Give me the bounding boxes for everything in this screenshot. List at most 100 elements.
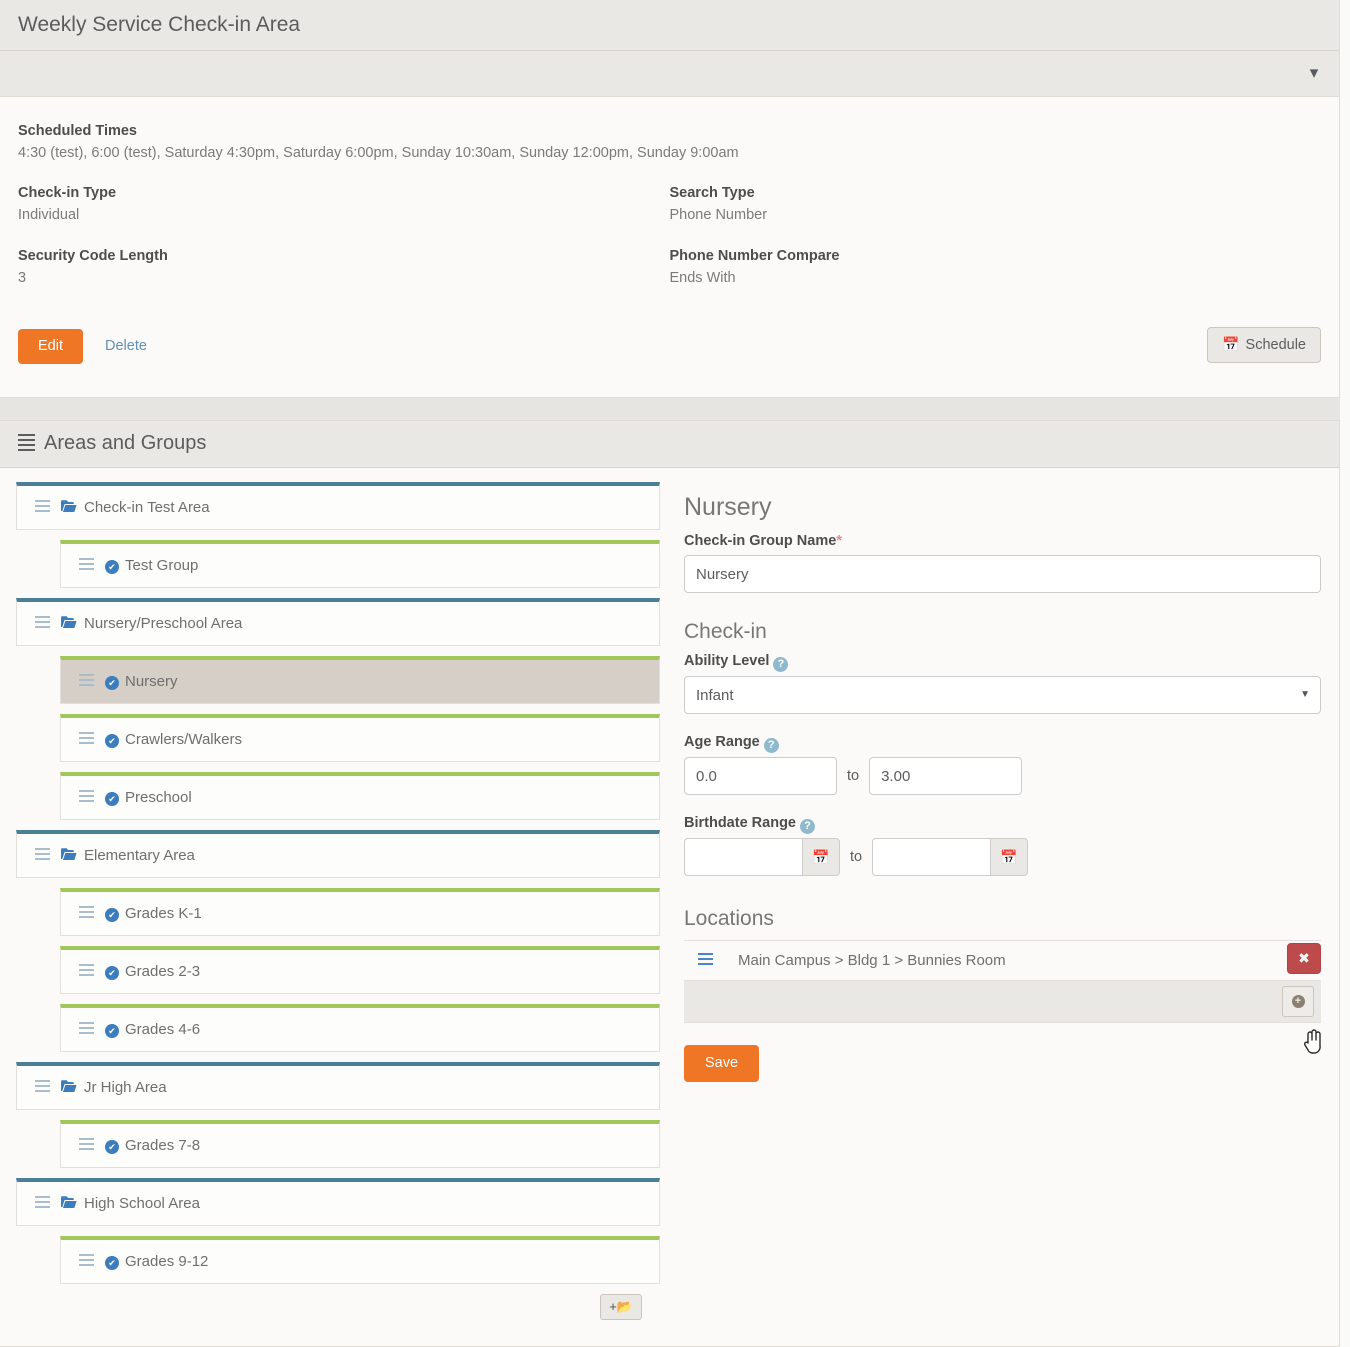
age-range-label: Age Range? [684, 734, 1321, 751]
age-range-label-text: Age Range [684, 734, 760, 750]
drag-handle-icon[interactable] [79, 1254, 94, 1269]
birthdate-from-input[interactable] [684, 838, 802, 876]
drag-handle-icon[interactable] [79, 790, 94, 805]
add-area-button[interactable]: +📂 [600, 1294, 642, 1320]
page-title: Weekly Service Check-in Area [18, 13, 1321, 36]
phone-compare-label: Phone Number Compare [670, 248, 1322, 264]
tree-row-label: Grades 2-3 [125, 963, 200, 980]
phone-compare-block: Phone Number Compare Ends With [670, 248, 1322, 286]
add-location-row[interactable]: + [684, 981, 1321, 1023]
drag-handle-icon[interactable] [79, 964, 94, 979]
tree-row-area[interactable]: Elementary Area [16, 830, 660, 878]
calendar-icon[interactable]: 📅 [802, 838, 840, 876]
delete-link[interactable]: Delete [105, 338, 147, 354]
tree-row-group[interactable]: ✔ Grades 7-8 [60, 1120, 660, 1168]
tree-row-group[interactable]: ✔ Grades 9-12 [60, 1236, 660, 1284]
birthdate-range-row: 📅 to 📅 [684, 838, 1321, 876]
save-button[interactable]: Save [684, 1045, 759, 1082]
panel-divider [0, 398, 1340, 420]
checkin-type-block: Check-in Type Individual [18, 185, 670, 223]
chevron-down-icon[interactable]: ▾ [1303, 63, 1325, 85]
location-row[interactable]: Main Campus > Bldg 1 > Bunnies Room ✖ [684, 941, 1321, 981]
edit-button[interactable]: Edit [18, 329, 83, 364]
birthdate-from-group: 📅 [684, 838, 840, 876]
security-code-value: 3 [18, 270, 670, 286]
folder-open-icon [61, 848, 77, 864]
security-code-label: Security Code Length [18, 248, 670, 264]
check-circle-icon: ✔ [105, 560, 119, 574]
age-range-to-input[interactable] [869, 757, 1022, 795]
remove-location-button[interactable]: ✖ [1287, 943, 1321, 974]
age-range-row: to [684, 757, 1321, 795]
drag-handle-icon[interactable] [79, 558, 94, 573]
checkin-group-name-input[interactable] [684, 555, 1321, 593]
drag-handle-icon[interactable] [35, 1080, 50, 1095]
plus-circle-icon: + [1292, 995, 1305, 1008]
question-circle-icon[interactable]: ? [800, 819, 815, 834]
calendar-icon: 📅 [1222, 336, 1239, 352]
tree-row-label: Grades 7-8 [125, 1137, 200, 1154]
scheduled-times-label: Scheduled Times [18, 123, 1321, 139]
birthdate-to-input[interactable] [872, 838, 990, 876]
check-circle-icon: ✔ [105, 966, 119, 980]
drag-handle-icon[interactable] [79, 674, 94, 689]
age-range-from-input[interactable] [684, 757, 837, 795]
ability-level-select[interactable] [684, 676, 1321, 714]
tree-row-group[interactable]: ✔Grades 4-6 [60, 1004, 660, 1052]
question-circle-icon[interactable]: ? [764, 738, 779, 753]
scheduled-times-value: 4:30 (test), 6:00 (test), Saturday 4:30p… [18, 145, 1321, 161]
tree-row-label: Grades 9-12 [125, 1253, 208, 1270]
schedule-button[interactable]: 📅Schedule [1207, 327, 1321, 363]
tree-row-group[interactable]: ✔ Preschool [60, 772, 660, 820]
panel-collapse-bar[interactable]: ▾ [0, 51, 1339, 97]
ability-level-label-text: Ability Level [684, 653, 769, 669]
checkin-group-name-label-text: Check-in Group Name [684, 533, 836, 549]
tree-row-area[interactable]: High School Area [16, 1178, 660, 1226]
search-type-label: Search Type [670, 185, 1322, 201]
drag-handle-icon[interactable] [35, 616, 50, 631]
tree-row-group[interactable]: ✔Grades K-1 [60, 888, 660, 936]
drag-handle-icon[interactable] [79, 1022, 94, 1037]
check-circle-icon: ✔ [105, 792, 119, 806]
calendar-icon[interactable]: 📅 [990, 838, 1028, 876]
areas-panel-title: Areas and Groups [44, 432, 206, 455]
tree-row-group[interactable]: ✔Nursery [60, 656, 660, 704]
drag-handle-icon[interactable] [79, 1138, 94, 1153]
drag-handle-icon[interactable] [79, 732, 94, 747]
tree-row-group[interactable]: ✔Test Group [60, 540, 660, 588]
add-folder-icon: 📂 [617, 1299, 633, 1314]
add-location-button[interactable]: + [1282, 986, 1314, 1017]
drag-handle-icon[interactable] [79, 906, 94, 921]
checkin-type-value: Individual [18, 207, 670, 223]
tree-row-group[interactable]: ✔ Crawlers/Walkers [60, 714, 660, 762]
drag-handle-icon[interactable] [35, 848, 50, 863]
question-circle-icon[interactable]: ? [773, 657, 788, 672]
tree-row-area[interactable]: Check-in Test Area [16, 482, 660, 530]
details-left-column: Check-in Type Individual Security Code L… [18, 185, 670, 311]
drag-handle-icon[interactable] [698, 953, 713, 968]
tree-row-area[interactable]: Nursery/Preschool Area [16, 598, 660, 646]
birthdate-range-label: Birthdate Range? [684, 815, 1321, 832]
drag-handle-icon[interactable] [35, 1196, 50, 1211]
check-circle-icon: ✔ [105, 734, 119, 748]
tree-row-label: Grades 4-6 [125, 1021, 200, 1038]
areas-panel-header: Areas and Groups [0, 421, 1339, 468]
drag-handle-icon[interactable] [35, 500, 50, 515]
search-type-block: Search Type Phone Number [670, 185, 1322, 223]
details-right-column: Search Type Phone Number Phone Number Co… [670, 185, 1322, 311]
tree-row-label: Preschool [125, 789, 192, 806]
security-code-block: Security Code Length 3 [18, 248, 670, 286]
age-range-to-label: to [847, 768, 859, 784]
check-circle-icon: ✔ [105, 1256, 119, 1270]
checkin-group-name-label: Check-in Group Name* [684, 532, 1321, 549]
tree-row-label: Crawlers/Walkers [125, 731, 242, 748]
location-name: Main Campus > Bldg 1 > Bunnies Room [738, 952, 1006, 969]
group-detail-form: Nursery Check-in Group Name* Check-in Ab… [676, 482, 1339, 1320]
checkin-type-label: Check-in Type [18, 185, 670, 201]
locations-list: Main Campus > Bldg 1 > Bunnies Room ✖ + [684, 940, 1321, 1023]
tree-row-area[interactable]: Jr High Area [16, 1062, 660, 1110]
panel-actions: Edit Delete 📅Schedule [18, 329, 1321, 364]
check-circle-icon: ✔ [105, 1140, 119, 1154]
tree-row-group[interactable]: ✔ Grades 2-3 [60, 946, 660, 994]
folder-open-icon [61, 1196, 77, 1212]
